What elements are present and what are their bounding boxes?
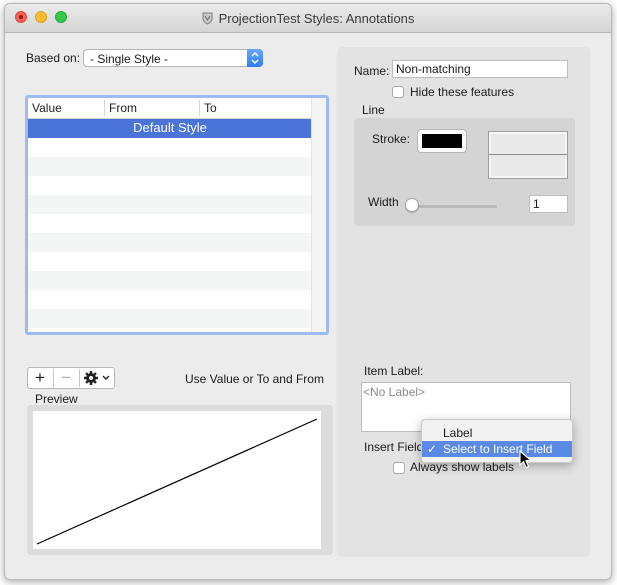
insert-field-label: Insert Field bbox=[364, 440, 422, 454]
table-row bbox=[28, 252, 312, 271]
table-row bbox=[28, 290, 312, 309]
table-button-bar: + − bbox=[27, 367, 115, 389]
column-header-to[interactable]: To bbox=[204, 101, 217, 115]
window-title-wrap: ProjectionTest Styles: Annotations bbox=[5, 11, 611, 26]
menu-item-label[interactable]: Label bbox=[422, 425, 572, 441]
remove-style-button[interactable]: − bbox=[54, 368, 78, 388]
based-on-popup[interactable]: - Single Style - bbox=[83, 49, 263, 67]
menu-item-select-to-insert-field[interactable]: ✓ Select to Insert Field bbox=[422, 441, 572, 457]
window-title: ProjectionTest Styles: Annotations bbox=[218, 11, 415, 26]
menu-item-select-text: Select to Insert Field bbox=[443, 442, 553, 456]
preview-line-sample bbox=[36, 418, 318, 545]
width-label: Width bbox=[368, 195, 399, 209]
hide-features-checkbox[interactable] bbox=[392, 86, 404, 98]
table-row bbox=[28, 214, 312, 233]
hint-text: Use Value or To and From bbox=[185, 372, 324, 386]
table-row bbox=[28, 176, 312, 195]
based-on-value: - Single Style - bbox=[90, 52, 169, 66]
menu-item-label-text: Label bbox=[443, 426, 473, 440]
title-bar: ProjectionTest Styles: Annotations bbox=[5, 4, 611, 33]
table-row bbox=[28, 233, 312, 252]
gear-icon bbox=[84, 371, 110, 385]
styles-table[interactable]: Value From To Default Style bbox=[25, 95, 329, 335]
width-slider-track[interactable] bbox=[411, 205, 497, 208]
add-style-button[interactable]: + bbox=[28, 368, 52, 388]
line-style-selector[interactable] bbox=[488, 131, 568, 179]
line-style-divider bbox=[489, 154, 567, 155]
styles-window: ProjectionTest Styles: Annotations Based… bbox=[4, 3, 612, 580]
table-scrollbar[interactable] bbox=[311, 98, 326, 332]
stroke-color-well[interactable] bbox=[417, 129, 467, 153]
document-shield-icon bbox=[202, 12, 213, 25]
mouse-pointer-icon bbox=[519, 450, 533, 469]
always-show-labels-label: Always show labels bbox=[410, 460, 515, 474]
item-label-label: Item Label: bbox=[364, 364, 424, 378]
table-row bbox=[28, 309, 312, 328]
name-field[interactable]: Non-matching bbox=[392, 60, 568, 78]
stroke-label: Stroke: bbox=[372, 132, 411, 146]
checkmark-icon: ✓ bbox=[427, 442, 438, 456]
table-row bbox=[28, 195, 312, 214]
item-label-placeholder: <No Label> bbox=[363, 385, 426, 399]
always-show-labels-checkbox[interactable] bbox=[393, 462, 405, 474]
table-row bbox=[28, 157, 312, 176]
column-header-from[interactable]: From bbox=[109, 101, 137, 115]
table-header: Value From To bbox=[28, 98, 312, 119]
width-field[interactable]: 1 bbox=[529, 195, 568, 213]
table-row bbox=[28, 138, 312, 157]
table-row bbox=[28, 271, 312, 290]
preview-label: Preview bbox=[35, 392, 78, 406]
column-header-value[interactable]: Value bbox=[32, 101, 62, 115]
column-divider bbox=[104, 100, 105, 116]
stroke-color-swatch bbox=[422, 134, 462, 148]
column-divider bbox=[199, 100, 200, 116]
line-group-label: Line bbox=[362, 103, 385, 117]
width-slider-thumb[interactable] bbox=[405, 198, 419, 212]
preview-panel bbox=[27, 405, 333, 555]
based-on-label: Based on: bbox=[26, 51, 81, 65]
preview-canvas bbox=[33, 411, 321, 549]
insert-field-menu: Label ✓ Select to Insert Field bbox=[421, 419, 573, 463]
name-label: Name: bbox=[354, 64, 390, 78]
action-menu-button[interactable] bbox=[80, 368, 114, 388]
popup-stepper-icon bbox=[247, 49, 263, 67]
hide-features-label: Hide these features bbox=[410, 85, 515, 99]
table-rows: Default Style bbox=[28, 119, 312, 328]
table-row-selected[interactable]: Default Style bbox=[28, 119, 312, 138]
